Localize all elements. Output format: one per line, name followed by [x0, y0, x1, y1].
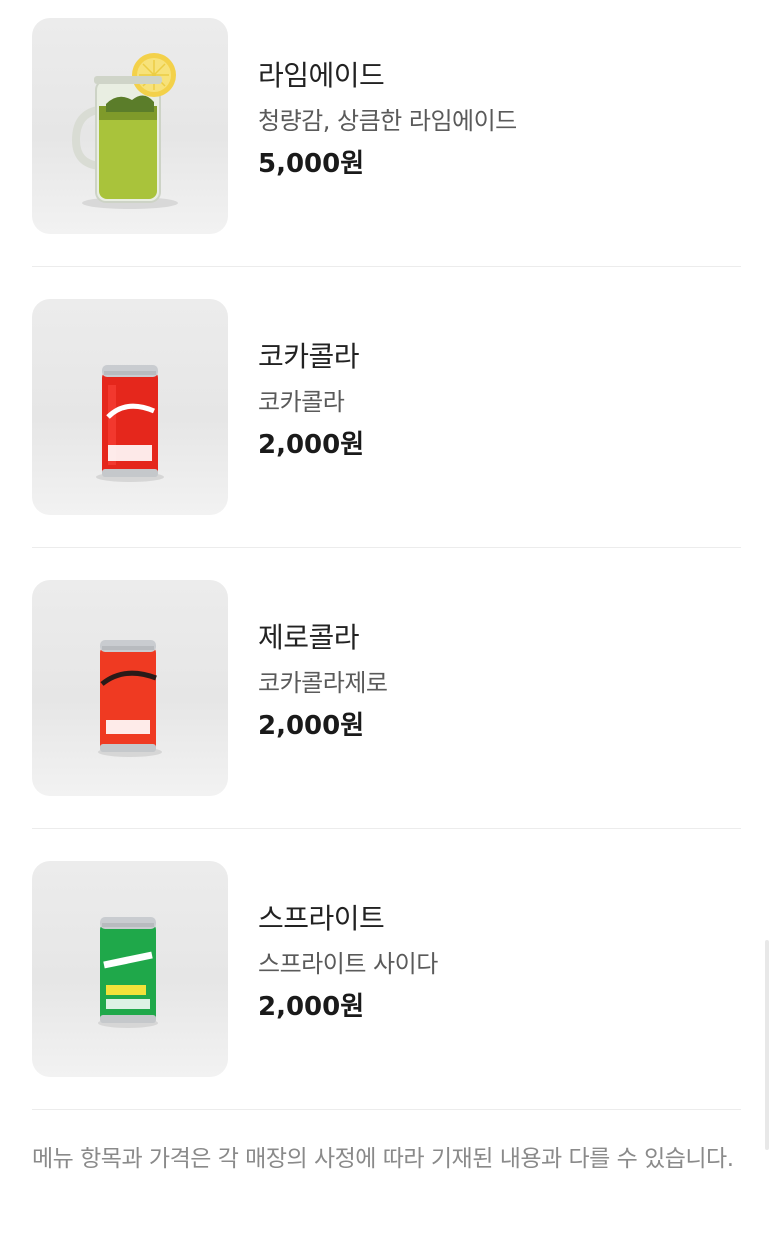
menu-item-sprite[interactable]: 스프라이트 스프라이트 사이다 2,000원	[32, 861, 741, 1077]
item-price: 2,000원	[258, 430, 365, 460]
item-name: 스프라이트	[258, 902, 385, 935]
item-info: 스프라이트 스프라이트 사이다 2,000원	[258, 899, 728, 1025]
item-description: 스프라이트 사이다	[258, 950, 438, 978]
coca-cola-zero-can-illustration	[98, 640, 162, 757]
item-info: 라임에이드 청량감, 상큼한 라임에이드 5,000원	[258, 56, 728, 182]
menu-item-limeade[interactable]: 라임에이드 청량감, 상큼한 라임에이드 5,000원	[32, 18, 741, 234]
scrollbar[interactable]	[765, 940, 769, 1150]
item-price: 2,000원	[258, 992, 365, 1022]
divider	[32, 828, 741, 829]
menu-notice: 메뉴 항목과 가격은 각 매장의 사정에 따라 기재된 내용과 다를 수 있습니…	[32, 1146, 734, 1172]
limeade-image	[32, 18, 228, 234]
sprite-image	[32, 861, 228, 1077]
divider	[32, 1109, 741, 1110]
item-description: 코카콜라제로	[258, 669, 388, 697]
item-description: 청량감, 상큼한 라임에이드	[258, 107, 517, 135]
menu-item-coca-cola[interactable]: 코카콜라 코카콜라 2,000원	[32, 299, 741, 515]
divider	[32, 266, 741, 267]
item-price: 2,000원	[258, 711, 365, 741]
coca-cola-image	[32, 299, 228, 515]
item-name: 코카콜라	[258, 340, 360, 373]
item-name: 라임에이드	[258, 59, 385, 92]
item-name: 제로콜라	[258, 621, 360, 654]
sprite-can-illustration	[98, 917, 158, 1028]
limeade-jar-illustration	[71, 53, 178, 209]
menu-item-zero-cola[interactable]: 제로콜라 코카콜라제로 2,000원	[32, 580, 741, 796]
item-info: 제로콜라 코카콜라제로 2,000원	[258, 618, 728, 744]
item-description: 코카콜라	[258, 388, 345, 416]
item-info: 코카콜라 코카콜라 2,000원	[258, 337, 728, 463]
divider	[32, 547, 741, 548]
coca-cola-can-illustration	[96, 365, 164, 482]
item-price: 5,000원	[258, 149, 365, 179]
coca-cola-zero-image	[32, 580, 228, 796]
